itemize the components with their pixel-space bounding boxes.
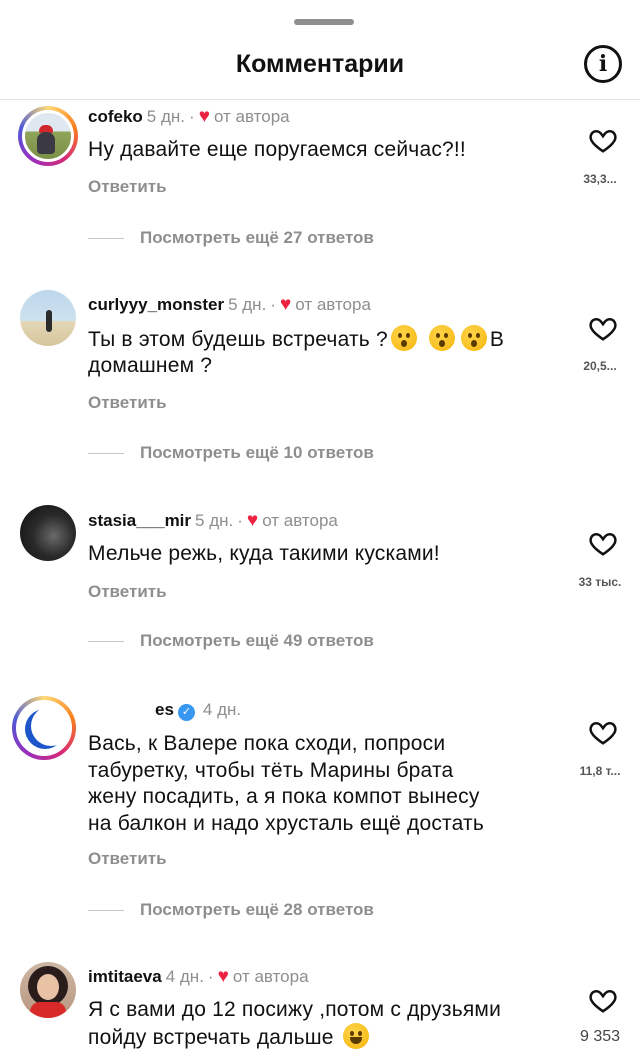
astonished-emoji-icon <box>390 325 417 351</box>
comment-text-line: Вась, к Валере пока сходи, попроси <box>88 732 446 755</box>
by-author-label: от автора <box>232 967 309 986</box>
comment-time: 5 дн. <box>146 107 186 126</box>
replies-line <box>88 909 124 911</box>
comment-meta: stasia___mir 5 дн. · ♥ от автора <box>88 510 338 532</box>
header-divider <box>0 99 640 100</box>
comment-text-line: табуретку, чтобы тёть Марины брата <box>88 758 454 782</box>
comment-meta: cofeko 5 дн. · ♥ от автора <box>88 106 290 128</box>
comment-time: 5 дн. <box>228 295 267 314</box>
replies-line <box>88 237 124 239</box>
heart-outline-icon <box>589 721 617 745</box>
view-replies-label: Посмотреть ещё 10 ответов <box>140 443 374 462</box>
username[interactable]: stasia___mir <box>88 511 191 530</box>
view-replies-button[interactable]: Посмотреть ещё 27 ответов <box>88 228 374 248</box>
avatar[interactable] <box>20 962 76 1018</box>
username[interactable]: cofeko <box>88 107 143 126</box>
view-replies-label: Посмотреть ещё 49 ответов <box>140 631 374 650</box>
view-replies-label: Посмотреть ещё 27 ответов <box>140 228 374 247</box>
verified-badge-icon: ✓ <box>177 704 195 721</box>
comment-meta: imtitaeva 4 дн. · ♥ от автора <box>88 966 309 988</box>
separator-dot: · <box>270 295 276 314</box>
author-heart-icon: ♥ <box>246 510 259 531</box>
like-button[interactable] <box>588 717 618 747</box>
astonished-emoji-icon <box>428 325 455 351</box>
astonished-emoji-icon <box>460 325 487 351</box>
avatar[interactable] <box>20 290 76 346</box>
comment-meta: curlyyy_monster 5 дн. · ♥ от автора <box>88 294 371 316</box>
comment-text-line: жену посадить, а я пока компот вынесу <box>88 785 480 808</box>
reply-button[interactable]: Ответить <box>88 849 167 869</box>
comment-text-part: домашнем ? <box>88 354 213 377</box>
like-button[interactable] <box>588 528 618 558</box>
view-replies-button[interactable]: Посмотреть ещё 28 ответов <box>88 900 374 920</box>
author-heart-icon: ♥ <box>279 294 292 315</box>
comments-sheet: Комментарии i cofeko 5 дн. · ♥ от автора Ну … <box>0 0 640 1059</box>
tears-of-joy-emoji-icon <box>342 1023 369 1049</box>
author-heart-icon: ♥ <box>217 966 229 987</box>
comment-meta: es ✓ 4 дн. <box>155 699 241 721</box>
like-button[interactable] <box>588 125 618 155</box>
reply-button[interactable]: Ответить <box>88 177 167 197</box>
like-count: 33,3... <box>583 172 617 186</box>
by-author-label: от автора <box>262 511 338 530</box>
sheet-grabber-handle[interactable] <box>294 19 354 25</box>
reply-button[interactable]: Ответить <box>88 393 167 413</box>
comment-time: 4 дн. <box>165 967 204 986</box>
header-title: Комментарии <box>235 50 405 78</box>
comments-header: Комментарии <box>0 38 640 94</box>
like-button[interactable] <box>588 313 618 343</box>
comment-text-line: Я с вами до 12 посижу ,потом с друзьями <box>88 998 501 1021</box>
username[interactable]: curlyyy_monster <box>88 295 224 314</box>
avatar[interactable] <box>20 505 76 561</box>
view-replies-label: Посмотреть ещё 28 ответов <box>140 900 374 919</box>
view-replies-button[interactable]: Посмотреть ещё 49 ответов <box>88 631 374 651</box>
view-replies-button[interactable]: Посмотреть ещё 10 ответов <box>88 443 374 463</box>
username[interactable]: es <box>155 700 174 719</box>
heart-outline-icon <box>589 532 617 556</box>
info-icon[interactable]: i <box>584 45 622 83</box>
separator-dot: · <box>189 107 195 126</box>
comment-text: Я с вами до 12 посижу ,потом с друзьями … <box>88 997 568 1051</box>
like-count: 11,8 т... <box>579 764 621 778</box>
comment-text-part: пойду встречать дальше <box>88 1026 334 1049</box>
comment-text-line: пойду встречать дальше <box>88 1023 568 1051</box>
comment-text-part: В <box>489 328 505 351</box>
reply-button[interactable]: Ответить <box>88 582 167 602</box>
comment-time: 5 дн. <box>195 511 234 530</box>
comment-text: Мельче режь, куда такими кусками! <box>88 542 440 565</box>
comment-text: Ну давайте еще поругаемся сейчас?!! <box>88 138 466 161</box>
replies-line <box>88 640 124 642</box>
comment-text-part: Ты в этом будешь встречать ? <box>88 328 388 351</box>
comment-text-line: на балкон и надо хрусталь ещё достать <box>88 811 484 835</box>
author-heart-icon: ♥ <box>198 106 210 127</box>
like-count: 33 тыс. <box>578 575 622 589</box>
by-author-label: от автора <box>295 295 371 314</box>
separator-dot: · <box>207 967 214 986</box>
separator-dot: · <box>237 511 243 530</box>
like-count: 9 353 <box>579 1028 621 1045</box>
avatar[interactable] <box>18 106 78 166</box>
like-button[interactable] <box>588 985 618 1015</box>
heart-outline-icon <box>589 989 617 1013</box>
username[interactable]: imtitaeva <box>88 967 162 986</box>
like-count: 20,5... <box>583 359 617 373</box>
replies-line <box>88 452 124 454</box>
avatar[interactable] <box>12 696 76 760</box>
heart-outline-icon <box>589 129 617 153</box>
comment-text: Ты в этом будешь встречать ? В домашнем … <box>88 325 568 379</box>
comment-time: 4 дн. <box>202 700 242 719</box>
by-author-label: от автора <box>213 107 290 126</box>
heart-outline-icon <box>589 317 617 341</box>
comment-text: Вась, к Валере пока сходи, попроси табур… <box>88 731 568 837</box>
